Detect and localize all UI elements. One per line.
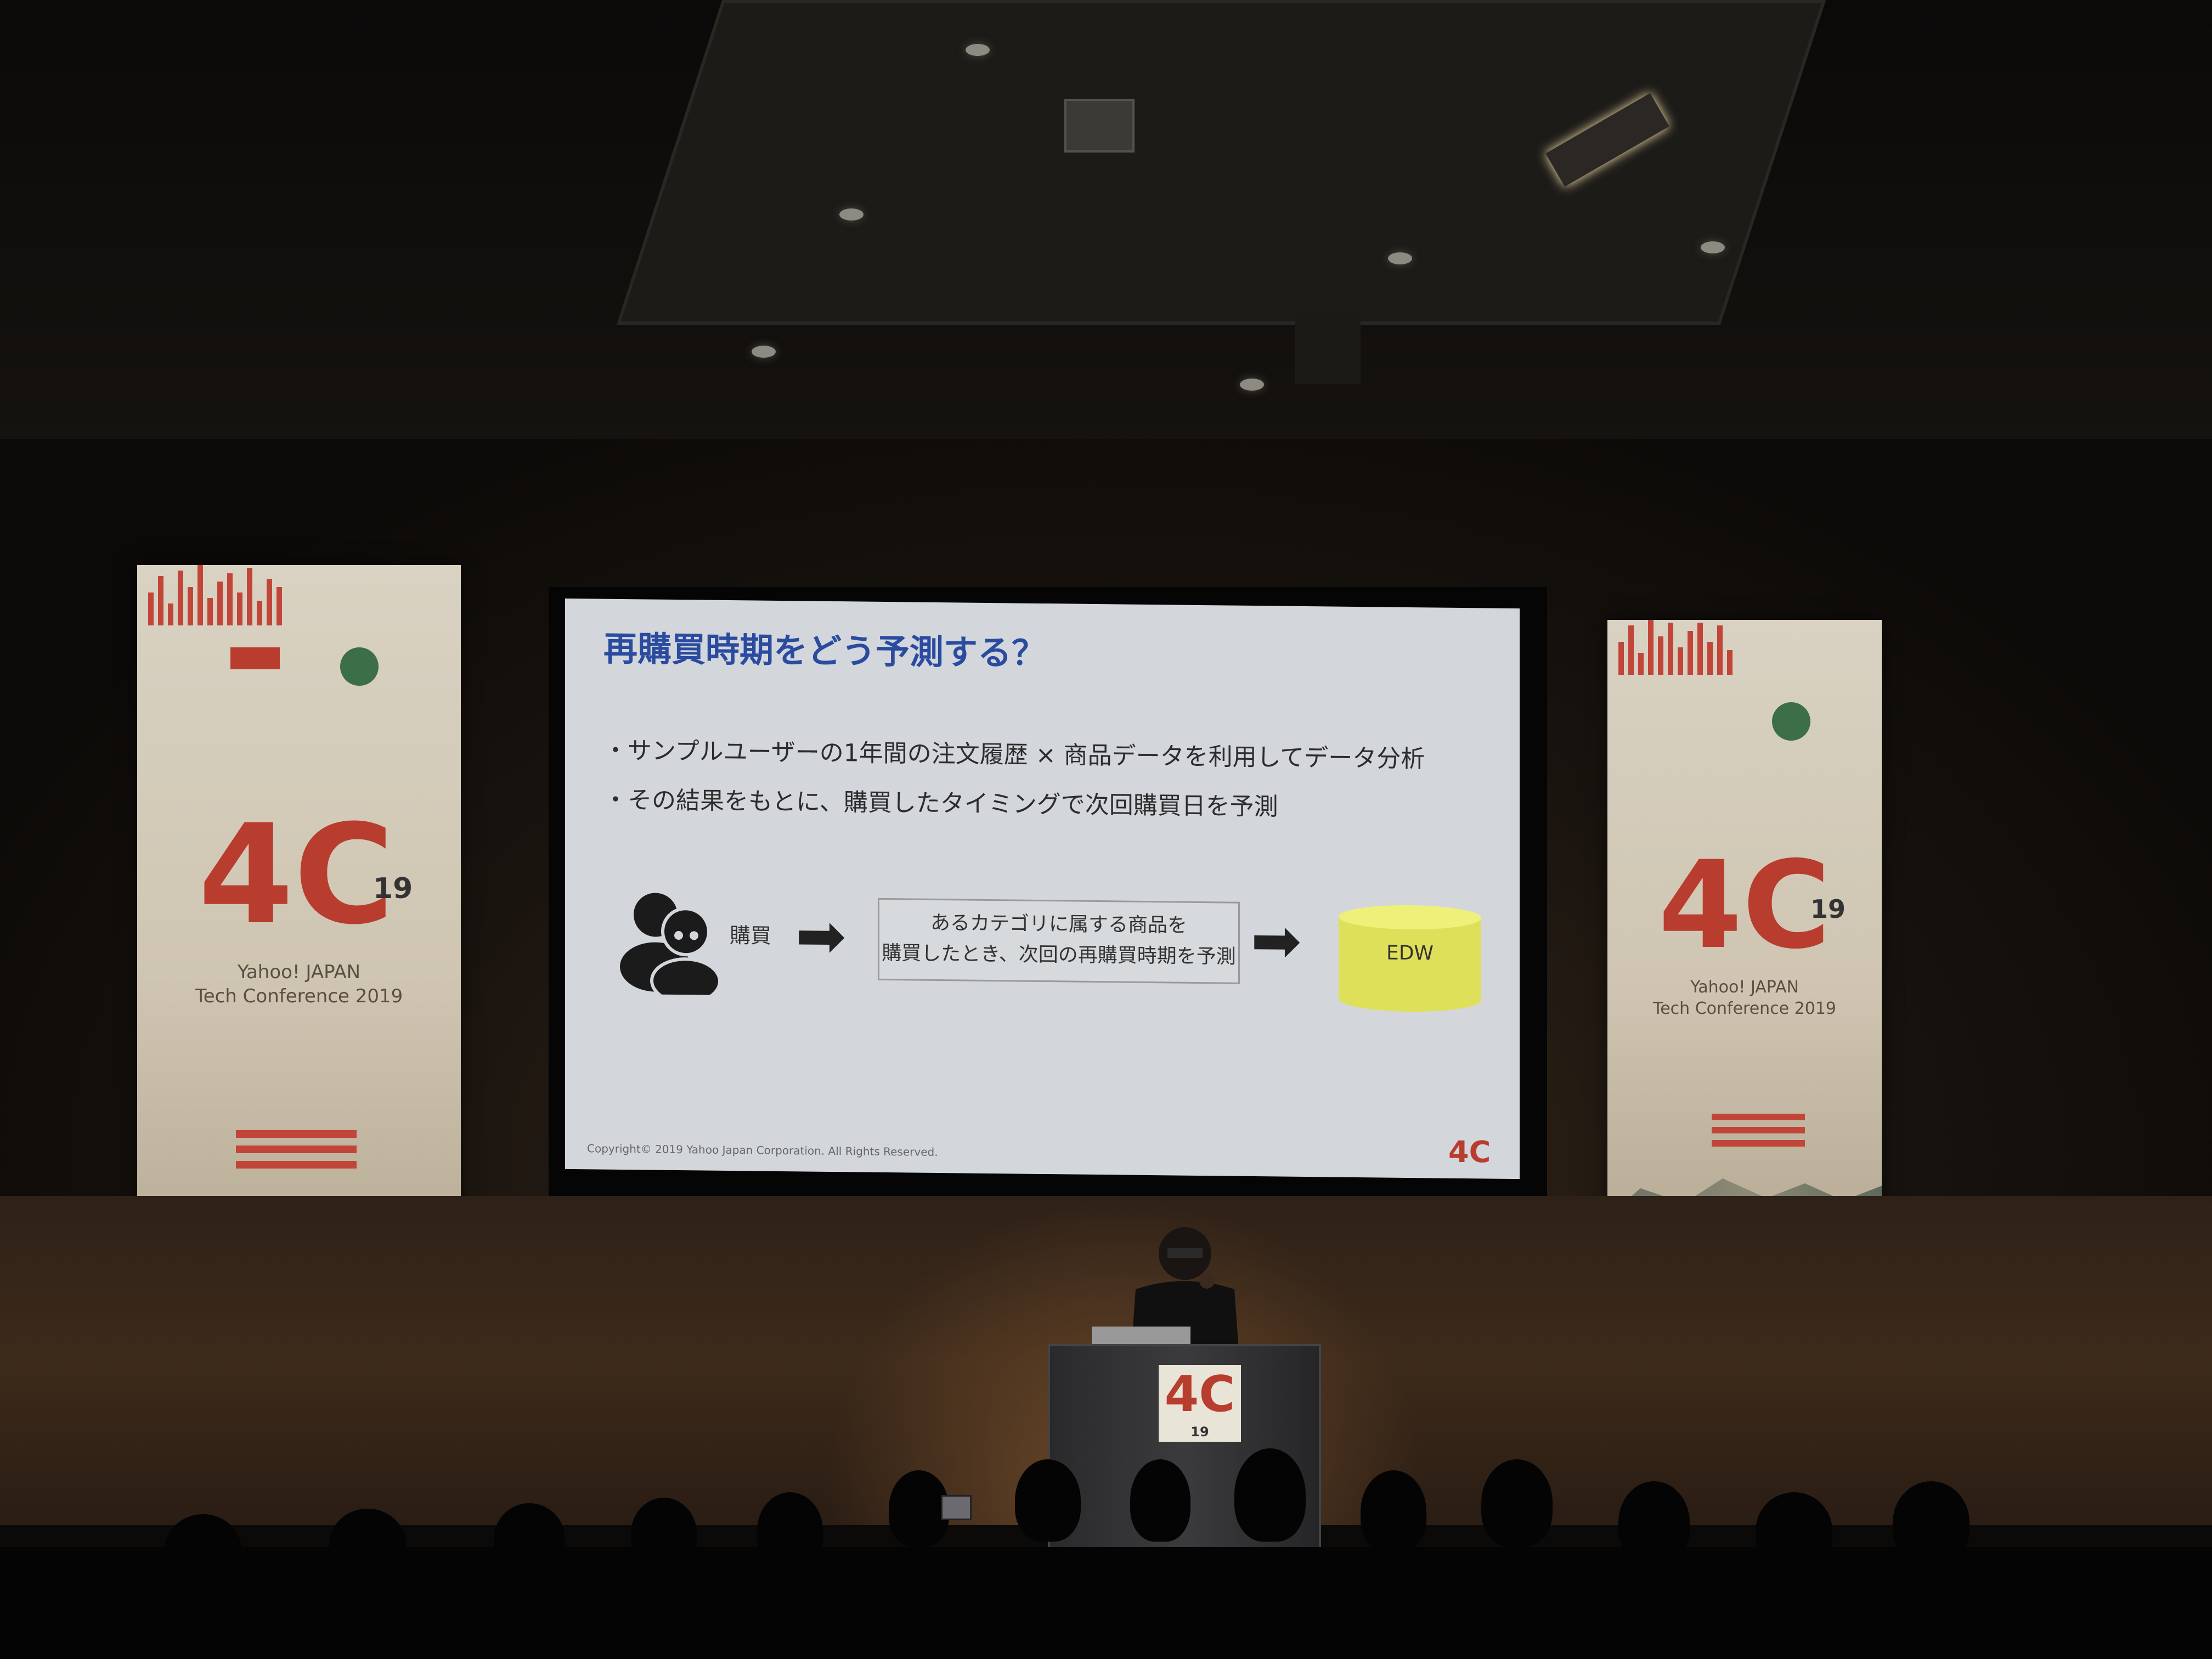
banner-shape [340, 647, 379, 686]
banner-caption: Yahoo! JAPAN Tech Conference 2019 [170, 960, 428, 1008]
right-banner: 4C 19 Yahoo! JAPAN Tech Conference 2019 [1607, 620, 1882, 1218]
audience-head [1618, 1481, 1690, 1564]
slide-bullet: ・サンプルユーザーの1年間の注文履歴 × 商品データを利用してデータ分析 [603, 736, 1425, 774]
left-banner: 4C 19 Yahoo! JAPAN Tech Conference 2019 [137, 565, 461, 1251]
ceiling-light [1388, 252, 1412, 264]
ceiling-panel [616, 0, 1826, 325]
banner-bar-graphic [148, 565, 286, 625]
description-line: あるカテゴリに属する商品を [930, 911, 1187, 937]
phone-screen [941, 1495, 972, 1520]
audience-head [1361, 1470, 1426, 1553]
flow-arrow-icon: ➡ [1251, 905, 1302, 976]
stage-spotlight [1295, 307, 1361, 384]
audience-head [631, 1498, 697, 1569]
ceiling-light [752, 346, 776, 358]
laptop [1092, 1327, 1190, 1346]
podium-sign: 4C 19 [1159, 1365, 1241, 1442]
audience-head [1756, 1492, 1832, 1569]
buy-label: 購買 [730, 923, 772, 948]
banner-caption-line1: Yahoo! JAPAN [237, 961, 361, 983]
audience-head [1234, 1448, 1306, 1542]
audience-head [1893, 1481, 1970, 1564]
ceiling-light [1240, 379, 1264, 391]
prediction-description-box: あるカテゴリに属する商品を 購買したとき、次回の再購買時期を予測 [878, 898, 1240, 984]
audience [0, 1448, 2212, 1659]
banner-year: 19 [373, 872, 413, 905]
banner-stripes [236, 1130, 357, 1174]
slide-bullet: ・その結果をもとに、購買したタイミングで次回購買日を予測 [603, 786, 1278, 821]
ceiling-light [839, 208, 864, 221]
banner-bar-graphic [1618, 620, 1737, 675]
banner-year: 19 [1810, 894, 1846, 924]
audience-head [165, 1514, 241, 1585]
audience-head [1130, 1459, 1190, 1542]
audience-head [494, 1503, 565, 1575]
audience-head [329, 1509, 406, 1580]
ceiling-light [966, 44, 990, 56]
slide-title: 再購買時期をどう予測する？ [603, 628, 1046, 674]
audience-head [889, 1470, 949, 1547]
banner-caption-line2: Tech Conference 2019 [1652, 999, 1837, 1018]
banner-caption-line1: Yahoo! JAPAN [1690, 978, 1799, 997]
banner-caption-line2: Tech Conference 2019 [195, 985, 403, 1008]
audience-head [757, 1492, 823, 1569]
banner-caption: Yahoo! JAPAN Tech Conference 2019 [1629, 977, 1860, 1019]
ceiling-light [1701, 241, 1725, 253]
description-line: 購買したとき、次回の再購買時期を予測 [882, 941, 1236, 968]
projection-screen: 再購買時期をどう予測する？ ・サンプルユーザーの1年間の注文履歴 × 商品データ… [565, 598, 1520, 1180]
podium-logo: 4C [1164, 1365, 1235, 1423]
ceiling-vent [1064, 99, 1135, 153]
banner-shape [1772, 702, 1810, 741]
banner-stripes [1712, 1114, 1805, 1152]
slide-conference-logo: 4C [1448, 1134, 1491, 1170]
audience-head [1015, 1459, 1081, 1542]
ceiling [0, 0, 2212, 439]
flow-arrow-icon: ➡ [795, 900, 847, 972]
podium-year: 19 [1190, 1424, 1209, 1440]
slide-copyright: Copyright© 2019 Yahoo Japan Corporation.… [587, 1142, 938, 1159]
banner-shape [230, 647, 280, 669]
database-label: EDW [1386, 941, 1434, 965]
users-icon [620, 893, 721, 995]
audience-head [1481, 1459, 1553, 1547]
